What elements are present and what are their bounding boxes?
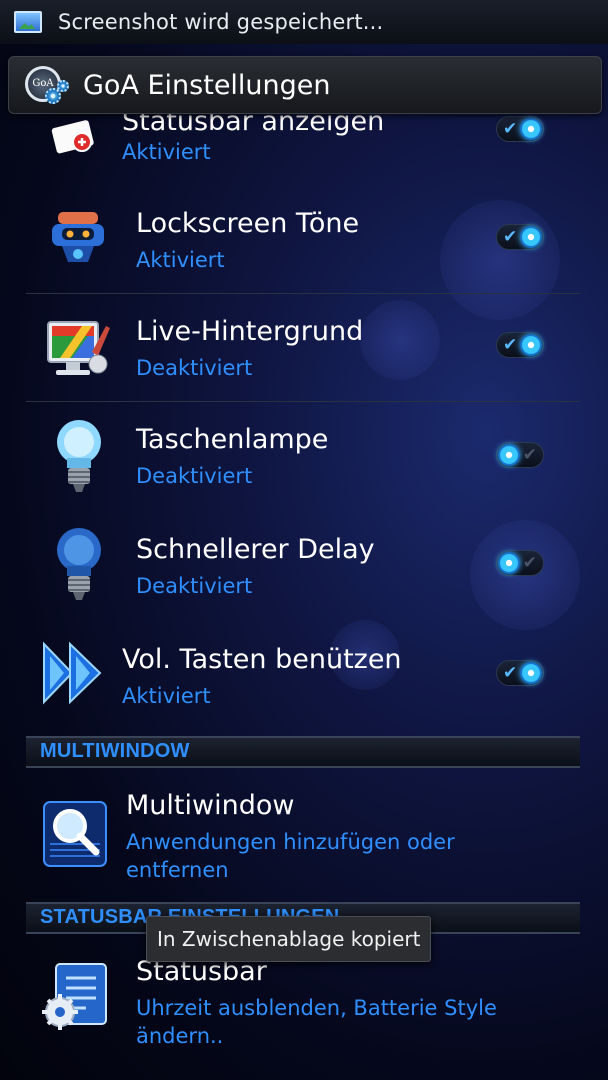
setting-title: Live-Hintergrund bbox=[136, 316, 364, 347]
setting-title: Multiwindow bbox=[126, 790, 295, 821]
setting-row-taschenlampe[interactable]: Taschenlampe Deaktiviert ✔ bbox=[26, 402, 580, 510]
setting-status: Aktiviert bbox=[136, 248, 225, 272]
setting-row-live-hintergrund[interactable]: Live-Hintergrund Deaktiviert ✔ bbox=[26, 294, 580, 402]
section-label: MULTIWINDOW bbox=[40, 740, 190, 762]
toggle-switch[interactable]: ✔ bbox=[496, 224, 544, 250]
setting-status: Deaktiviert bbox=[136, 356, 253, 380]
check-icon: ✔ bbox=[503, 119, 518, 139]
toggle-switch[interactable]: ✔ bbox=[496, 332, 544, 358]
setting-title: Taschenlampe bbox=[136, 424, 329, 455]
toggle-switch[interactable]: ✔ bbox=[496, 442, 544, 468]
robot-speaker-icon bbox=[48, 208, 108, 266]
toggle-switch[interactable]: ✔ bbox=[496, 660, 544, 686]
setting-row-vol-tasten[interactable]: Vol. Tasten benützen Aktiviert ✔ bbox=[26, 618, 580, 736]
toast-text: In Zwischenablage kopiert bbox=[157, 927, 421, 951]
setting-row-schnellerer-delay[interactable]: Schnellerer Delay Deaktiviert ✔ bbox=[26, 510, 580, 618]
toggle-knob bbox=[520, 662, 542, 684]
setting-subtitle: Uhrzeit ausblenden, Batterie Style änder… bbox=[136, 996, 497, 1048]
lightbulb-icon bbox=[54, 418, 104, 496]
toggle-knob bbox=[520, 334, 542, 356]
check-icon: ✔ bbox=[503, 335, 518, 355]
toggle-switch[interactable]: ✔ bbox=[496, 116, 544, 142]
app-title: GoA Einstellungen bbox=[83, 69, 331, 101]
section-header-multiwindow: MULTIWINDOW bbox=[26, 736, 580, 768]
monitor-paint-icon bbox=[42, 318, 114, 380]
setting-row-lockscreen-toene[interactable]: Lockscreen Töne Aktiviert ✔ bbox=[26, 184, 580, 294]
setting-title: Schnellerer Delay bbox=[136, 534, 375, 565]
check-icon: ✔ bbox=[522, 445, 537, 465]
check-icon: ✔ bbox=[503, 663, 518, 683]
goa-logo-icon[interactable]: GoA bbox=[19, 62, 73, 108]
setting-row-multiwindow[interactable]: Multiwindow Anwendungen hinzufügen oder … bbox=[26, 770, 580, 900]
toggle-knob bbox=[498, 552, 520, 574]
setting-title: Lockscreen Töne bbox=[136, 208, 360, 239]
statusbar-card-icon bbox=[50, 118, 102, 160]
toggle-knob bbox=[498, 444, 520, 466]
setting-subtitle: Anwendungen hinzufügen oder entfernen bbox=[126, 830, 455, 882]
toast-message: In Zwischenablage kopiert bbox=[146, 916, 432, 962]
action-bar: GoA GoA Einstellungen bbox=[8, 56, 602, 114]
toggle-switch[interactable]: ✔ bbox=[496, 550, 544, 576]
toggle-knob bbox=[520, 226, 542, 248]
setting-status: Deaktiviert bbox=[136, 574, 253, 598]
magnifier-grid-icon bbox=[42, 798, 110, 870]
gear-small-icon bbox=[57, 80, 69, 92]
check-icon: ✔ bbox=[522, 553, 537, 573]
check-icon: ✔ bbox=[503, 227, 518, 247]
toggle-knob bbox=[520, 118, 542, 140]
setting-status: Aktiviert bbox=[122, 140, 211, 164]
fast-forward-icon bbox=[40, 640, 106, 706]
setting-status: Deaktiviert bbox=[136, 464, 253, 488]
lightbulb-blue-icon bbox=[54, 526, 104, 604]
setting-title: Vol. Tasten benützen bbox=[122, 644, 402, 675]
setting-status: Aktiviert bbox=[122, 684, 211, 708]
settings-document-icon bbox=[40, 960, 112, 1036]
